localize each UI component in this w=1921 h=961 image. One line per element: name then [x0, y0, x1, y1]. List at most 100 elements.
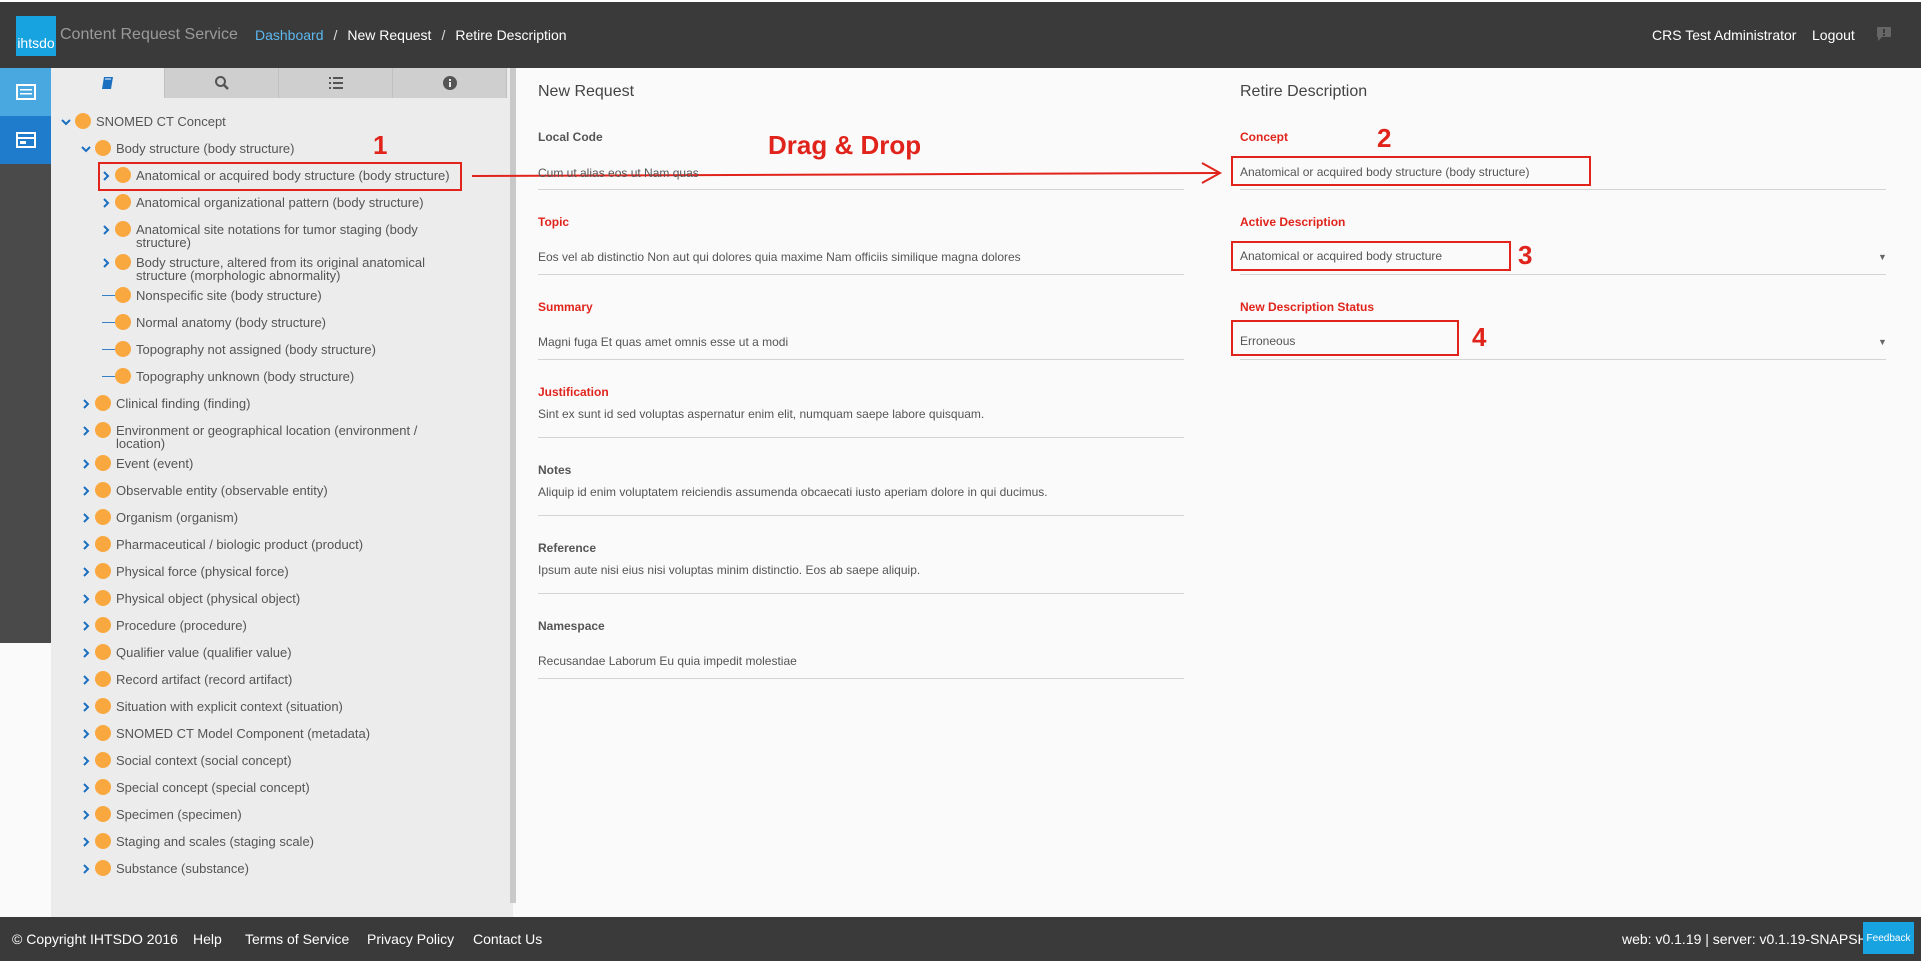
- chevron-right-icon[interactable]: [81, 675, 91, 685]
- tree-node-label[interactable]: Organism (organism): [116, 511, 238, 524]
- concept-dot-icon: [95, 617, 111, 633]
- concept-dot-icon: [115, 221, 131, 237]
- tree-node-label[interactable]: Special concept (special concept): [116, 781, 310, 794]
- namespace-field[interactable]: Recusandae Laborum Eu quia impedit moles…: [538, 654, 797, 668]
- chevron-right-icon[interactable]: [81, 729, 91, 739]
- concept-dot-icon: [95, 833, 111, 849]
- leaf-dash-icon: —: [102, 341, 115, 356]
- tree-node-label[interactable]: Physical force (physical force): [116, 565, 289, 578]
- chevron-right-icon[interactable]: [81, 837, 91, 847]
- tree-node-label[interactable]: Observable entity (observable entity): [116, 484, 328, 497]
- topic-field[interactable]: Eos vel ab distinctio Non aut qui dolore…: [538, 250, 1021, 264]
- chevron-right-icon[interactable]: [81, 621, 91, 631]
- concept-dot-icon: [95, 140, 111, 156]
- chevron-right-icon[interactable]: [81, 426, 91, 436]
- tree-node-label[interactable]: Nonspecific site (body structure): [136, 289, 322, 302]
- tree-node-label[interactable]: Situation with explicit context (situati…: [116, 700, 343, 713]
- tab-info[interactable]: [393, 68, 507, 98]
- concept-dot-icon: [95, 644, 111, 660]
- chevron-right-icon[interactable]: [81, 810, 91, 820]
- reference-label: Reference: [538, 541, 597, 555]
- footer-terms-link[interactable]: Terms of Service: [245, 931, 349, 947]
- chevron-right-icon[interactable]: [81, 567, 91, 577]
- chevron-down-icon[interactable]: [61, 117, 71, 127]
- tree-node-label[interactable]: Normal anatomy (body structure): [136, 316, 326, 329]
- justification-field[interactable]: Sint ex sunt id sed voluptas aspernatur …: [538, 407, 984, 421]
- chevron-right-icon[interactable]: [81, 486, 91, 496]
- annotation-box-1: [98, 162, 462, 191]
- chevron-right-icon[interactable]: [101, 225, 111, 235]
- concept-dot-icon: [95, 455, 111, 471]
- concept-label: Concept: [1240, 130, 1288, 144]
- list-view-icon: [15, 84, 36, 100]
- user-name[interactable]: CRS Test Administrator: [1652, 27, 1796, 43]
- tree-node-label-cont[interactable]: location): [116, 437, 165, 450]
- tree-node-label[interactable]: Qualifier value (qualifier value): [116, 646, 292, 659]
- local-code-field[interactable]: Cum ut alias eos ut Nam quas: [538, 166, 699, 180]
- field-underline: [538, 678, 1184, 679]
- tab-search[interactable]: [165, 68, 279, 98]
- footer-help-link[interactable]: Help: [193, 931, 222, 947]
- notification-icon[interactable]: [1876, 26, 1892, 42]
- concept-dot-icon: [95, 860, 111, 876]
- concept-dot-icon: [115, 287, 131, 303]
- chevron-right-icon[interactable]: [81, 540, 91, 550]
- dropdown-caret-icon[interactable]: ▼: [1878, 337, 1887, 347]
- chevron-right-icon[interactable]: [81, 594, 91, 604]
- concept-dot-icon: [115, 368, 131, 384]
- tree-node-label[interactable]: SNOMED CT Model Component (metadata): [116, 727, 370, 740]
- summary-field[interactable]: Magni fuga Et quas amet omnis esse ut a …: [538, 335, 788, 349]
- logout-link[interactable]: Logout: [1812, 27, 1855, 43]
- book-icon: [101, 77, 113, 89]
- tree-node-label-cont[interactable]: structure): [136, 236, 191, 249]
- tree-scrollbar[interactable]: [510, 68, 516, 903]
- list-view-button[interactable]: [0, 68, 51, 116]
- tree-node-label[interactable]: Pharmaceutical / biologic product (produ…: [116, 538, 363, 551]
- chevron-down-icon[interactable]: [81, 144, 91, 154]
- breadcrumb-new-request: New Request: [347, 27, 432, 43]
- chevron-right-icon[interactable]: [101, 258, 111, 268]
- tree-node-label[interactable]: Record artifact (record artifact): [116, 673, 292, 686]
- tree-node-label[interactable]: Event (event): [116, 457, 193, 470]
- annotation-box-3: [1231, 241, 1511, 271]
- retire-description-title: Retire Description: [1240, 83, 1368, 100]
- feedback-button[interactable]: Feedback: [1863, 922, 1914, 954]
- tree-node-label[interactable]: Anatomical organizational pattern (body …: [136, 196, 424, 209]
- tree-node-label[interactable]: SNOMED CT Concept: [96, 115, 226, 128]
- tab-taxonomy[interactable]: [51, 68, 165, 98]
- tree-node-label[interactable]: Specimen (specimen): [116, 808, 242, 821]
- tree-node-label[interactable]: Topography not assigned (body structure): [136, 343, 376, 356]
- chevron-right-icon[interactable]: [81, 756, 91, 766]
- chevron-right-icon[interactable]: [81, 513, 91, 523]
- reference-field[interactable]: Ipsum aute nisi eius nisi voluptas minim…: [538, 563, 920, 577]
- tree-node-label[interactable]: Social context (social concept): [116, 754, 292, 767]
- card-view-button[interactable]: [0, 116, 51, 164]
- tree-node-label-cont[interactable]: structure (morphologic abnormality): [136, 269, 340, 282]
- chevron-right-icon[interactable]: [101, 198, 111, 208]
- tree-node-label[interactable]: Physical object (physical object): [116, 592, 300, 605]
- chevron-right-icon[interactable]: [81, 864, 91, 874]
- tree-node-label[interactable]: Body structure (body structure): [116, 142, 294, 155]
- footer-privacy-link[interactable]: Privacy Policy: [367, 931, 454, 947]
- dropdown-caret-icon[interactable]: ▼: [1878, 252, 1887, 262]
- breadcrumb-dashboard[interactable]: Dashboard: [255, 27, 324, 43]
- chevron-right-icon[interactable]: [81, 648, 91, 658]
- concept-dot-icon: [95, 482, 111, 498]
- ihtsdo-logo[interactable]: ihtsdo: [16, 16, 56, 56]
- chevron-right-icon[interactable]: [81, 783, 91, 793]
- tree-node-label[interactable]: Substance (substance): [116, 862, 249, 875]
- app-header: ihtsdo Content Request Service Dashboard…: [0, 0, 1921, 68]
- tree-node-label[interactable]: Staging and scales (staging scale): [116, 835, 314, 848]
- notes-field[interactable]: Aliquip id enim voluptatem reiciendis as…: [538, 485, 1048, 499]
- footer-contact-link[interactable]: Contact Us: [473, 931, 542, 947]
- tree-node-label[interactable]: Topography unknown (body structure): [136, 370, 354, 383]
- app-title: Content Request Service: [60, 26, 238, 43]
- chevron-right-icon[interactable]: [81, 399, 91, 409]
- tab-list[interactable]: [279, 68, 393, 98]
- breadcrumb-separator: /: [333, 27, 338, 43]
- field-underline: [1240, 359, 1886, 360]
- tree-node-label[interactable]: Procedure (procedure): [116, 619, 247, 632]
- chevron-right-icon[interactable]: [81, 459, 91, 469]
- tree-node-label[interactable]: Clinical finding (finding): [116, 397, 250, 410]
- chevron-right-icon[interactable]: [81, 702, 91, 712]
